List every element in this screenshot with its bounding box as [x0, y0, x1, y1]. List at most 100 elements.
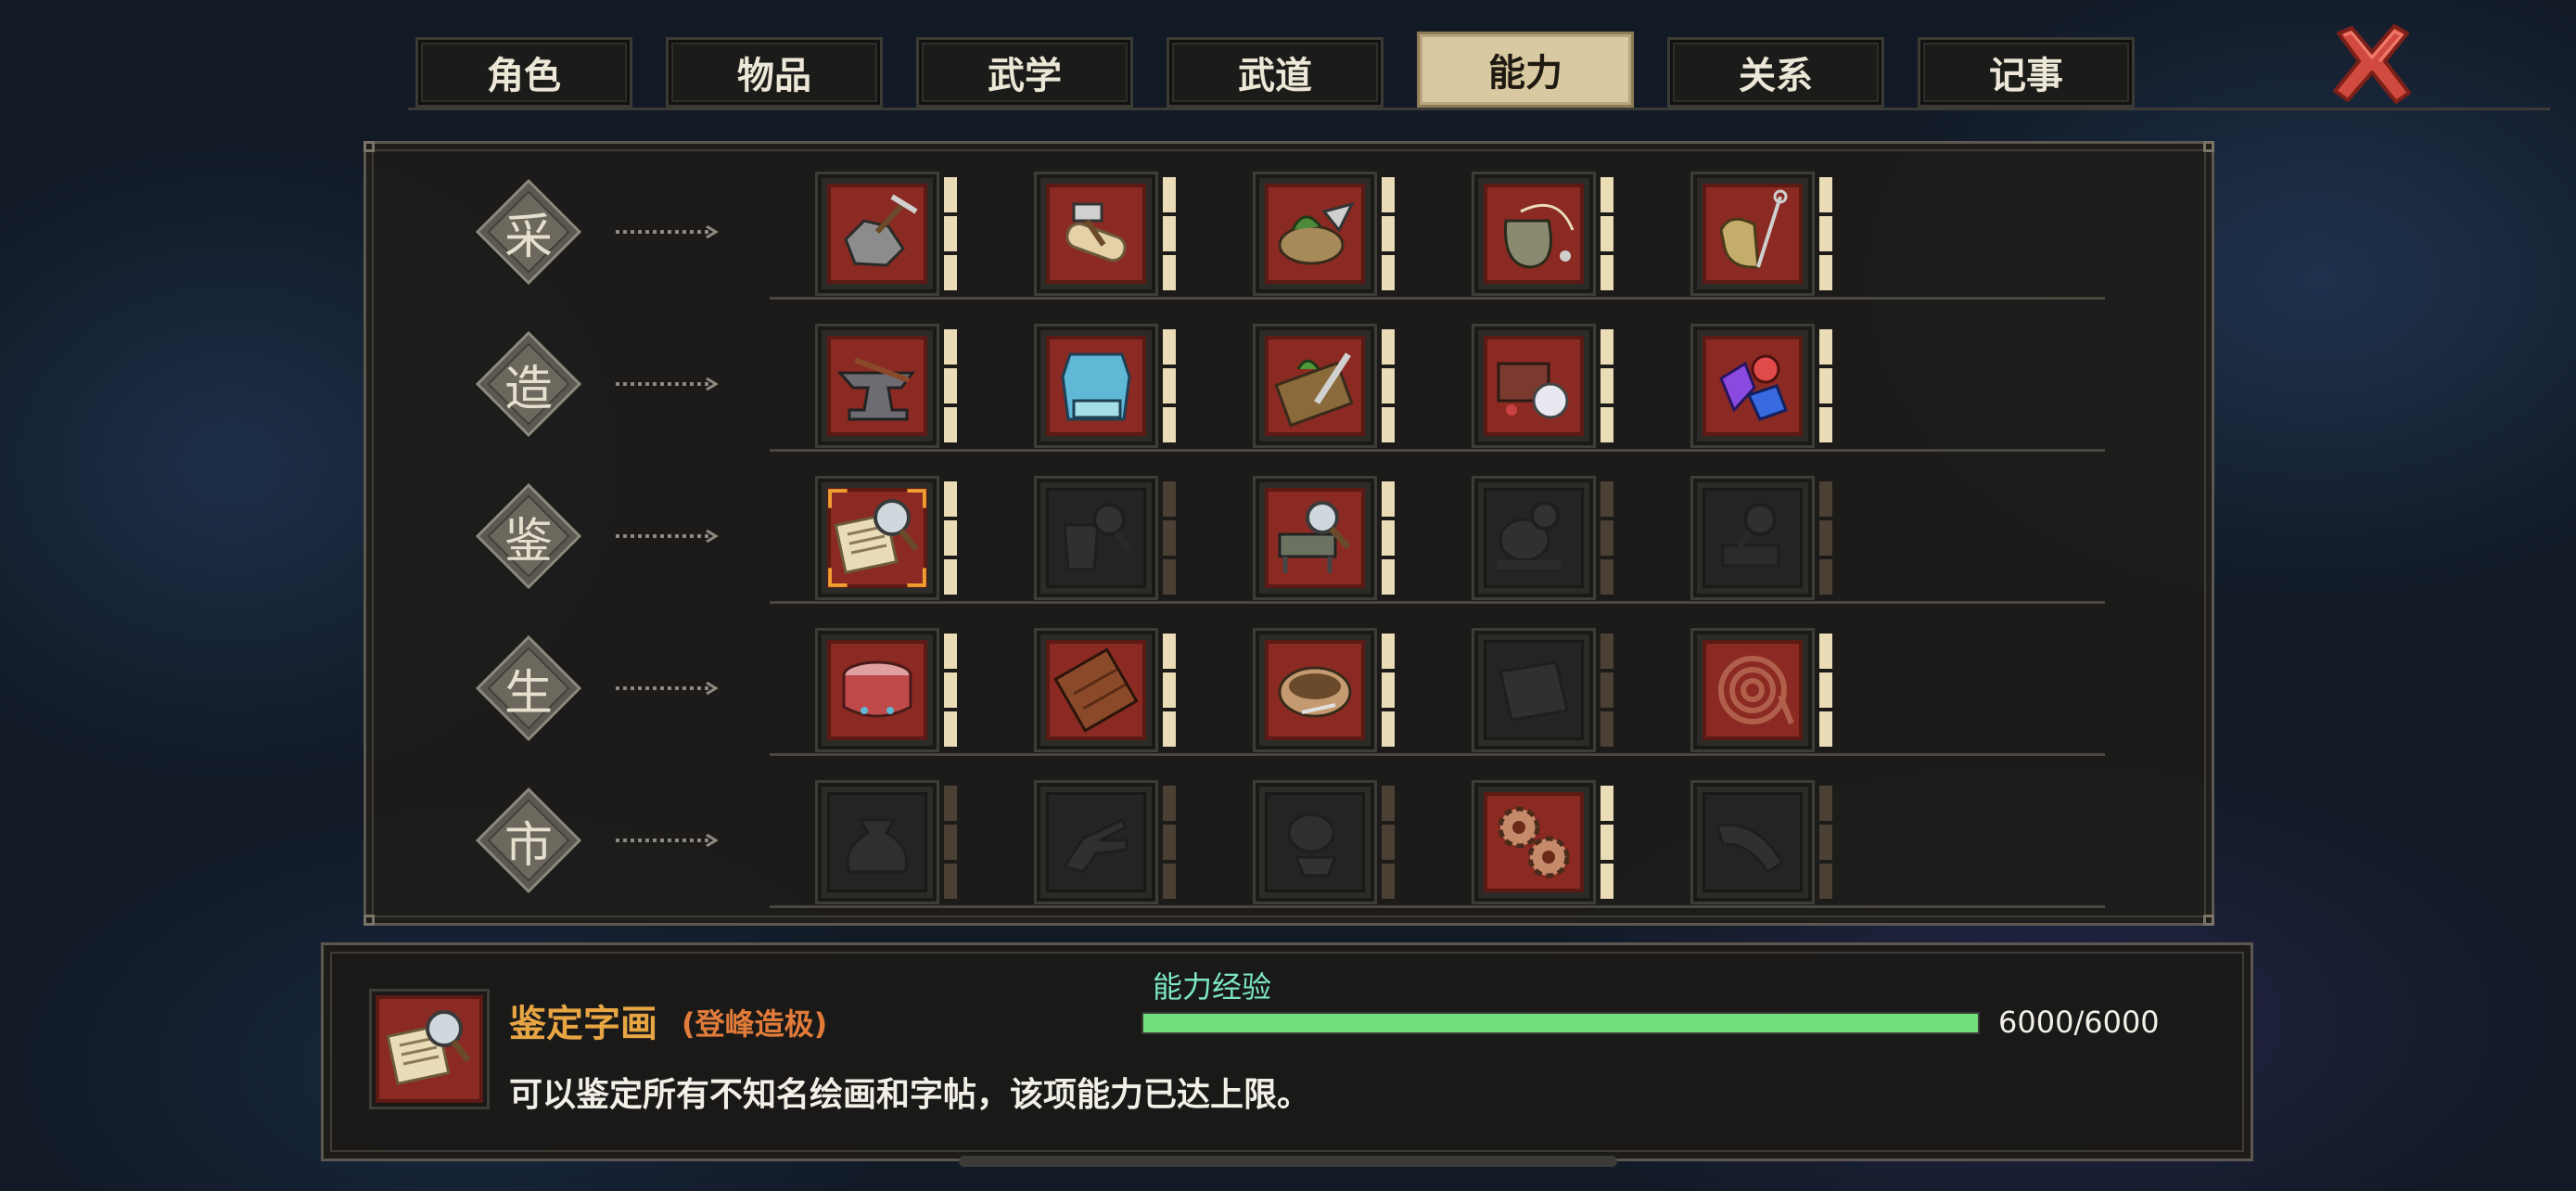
level-bar-segment: [1600, 634, 1613, 669]
level-bar-segment: [1382, 368, 1395, 403]
ability-level-bars: [1819, 481, 1832, 595]
tab-divider: [408, 108, 2550, 110]
ability-slot[interactable]: [1037, 479, 1155, 597]
level-bar-segment: [1819, 407, 1832, 442]
level-bar-segment: [1819, 711, 1832, 747]
category-label: 造: [504, 361, 553, 417]
ability-slot[interactable]: [1693, 783, 1812, 902]
ability-slot[interactable]: [1474, 631, 1593, 749]
gears-icon: [1498, 806, 1570, 878]
ability-slot[interactable]: [1256, 479, 1374, 597]
level-bar-segment: [944, 711, 957, 747]
ability-level-bars: [1600, 634, 1613, 747]
ability-level-bars: [944, 481, 957, 595]
ability-slot[interactable]: [1474, 479, 1593, 597]
ink-magnifier-icon: [1721, 503, 1780, 568]
ability-slot[interactable]: [1474, 327, 1593, 445]
ability-level-bars: [1163, 329, 1176, 442]
level-bar-segment: [1382, 329, 1395, 365]
herb-knife-board-icon: [1274, 352, 1354, 428]
tab-abilities[interactable]: 能力: [1417, 32, 1634, 108]
tab-martial-way[interactable]: 武道: [1167, 37, 1384, 108]
level-bar-segment: [1163, 177, 1176, 212]
ability-level-bars: [1819, 786, 1832, 899]
ability-level-bars: [1600, 481, 1613, 595]
ability-level-bars: [1382, 634, 1395, 747]
ability-slot[interactable]: [1256, 631, 1374, 749]
scrollbar[interactable]: [959, 1156, 1617, 1167]
ability-slot[interactable]: [818, 327, 937, 445]
level-bar-segment: [944, 368, 957, 403]
ability-level-bars: [1163, 177, 1176, 290]
ability-slot[interactable]: [818, 783, 937, 902]
ability-slot[interactable]: [1256, 783, 1374, 902]
ability-level-bars: [1163, 634, 1176, 747]
level-bar-segment: [1819, 368, 1832, 403]
level-bar-segment: [1382, 634, 1395, 669]
tab-journal[interactable]: 记事: [1918, 37, 2135, 108]
ability-level-bars: [1600, 786, 1613, 899]
category-arrow-icon: [616, 378, 719, 391]
ability-description: 可以鉴定所有不知名绘画和字帖，该项能力已达上限。: [509, 1076, 1311, 1114]
ability-slot[interactable]: [1474, 783, 1593, 902]
ability-level-bars: [1819, 329, 1832, 442]
level-bar-segment: [1600, 216, 1613, 251]
anvil-icon: [836, 357, 915, 421]
ability-level-bars: [1382, 177, 1395, 290]
row-divider: [770, 601, 2105, 604]
ability-slot[interactable]: [1256, 174, 1374, 293]
category-label: 采: [504, 209, 553, 265]
level-bar-segment: [1600, 672, 1613, 708]
level-bar-segment: [1819, 216, 1832, 251]
fishing-pot-icon: [1504, 203, 1575, 269]
level-bar-segment: [944, 864, 957, 899]
coiled-rope-icon: [1718, 656, 1794, 725]
chocolate-board-icon: [1053, 647, 1139, 733]
ability-level-bars: [1163, 786, 1176, 899]
mortar-icon: [1287, 813, 1338, 877]
ability-slot[interactable]: [1693, 631, 1812, 749]
ability-slot[interactable]: [1693, 327, 1812, 445]
close-button[interactable]: [2329, 20, 2415, 106]
ability-level-bars: [1163, 481, 1176, 595]
ability-slot[interactable]: [1256, 327, 1374, 445]
level-bar-segment: [1163, 711, 1176, 747]
category-arrow-icon: [616, 682, 719, 695]
level-bar-segment: [1382, 786, 1395, 821]
ability-slot[interactable]: [1037, 174, 1155, 293]
ability-slot[interactable]: [818, 174, 937, 293]
ability-slot[interactable]: [1037, 327, 1155, 445]
level-bar-segment: [1600, 559, 1613, 595]
ability-slot[interactable]: [1037, 631, 1155, 749]
ability-slot[interactable]: [1037, 783, 1155, 902]
tab-relations[interactable]: 关系: [1667, 37, 1884, 108]
ability-slot[interactable]: [1474, 174, 1593, 293]
exp-value: 6000/6000: [1998, 1005, 2160, 1040]
level-bar-segment: [944, 177, 957, 212]
detail-ability-icon: [372, 992, 487, 1107]
tab-items[interactable]: 物品: [666, 37, 883, 108]
level-bar-segment: [1163, 864, 1176, 899]
ability-slot[interactable]: [1693, 174, 1812, 293]
tab-character[interactable]: 角色: [415, 37, 632, 108]
level-bar-segment: [1819, 786, 1832, 821]
level-bar-segment: [1600, 520, 1613, 556]
level-bar-segment: [944, 329, 957, 365]
category-arrow-icon: [616, 530, 719, 543]
ability-slot[interactable]: [818, 631, 937, 749]
level-bar-segment: [1163, 481, 1176, 517]
level-bar-segment: [944, 634, 957, 669]
row-divider: [770, 753, 2105, 756]
level-bar-segment: [1600, 825, 1613, 860]
level-bar-segment: [1163, 329, 1176, 365]
furniture-magnifier-icon: [1278, 501, 1351, 573]
level-bar-segment: [1819, 825, 1832, 860]
tab-martial-arts[interactable]: 武学: [916, 37, 1133, 108]
ability-slot[interactable]: [818, 479, 937, 597]
ability-slot[interactable]: [1693, 479, 1812, 597]
ability-level-bars: [1382, 329, 1395, 442]
scroll-magnifier-icon: [834, 499, 919, 575]
ability-level-bars: [944, 634, 957, 747]
level-bar-segment: [1382, 520, 1395, 556]
drum-icon: [842, 660, 912, 718]
